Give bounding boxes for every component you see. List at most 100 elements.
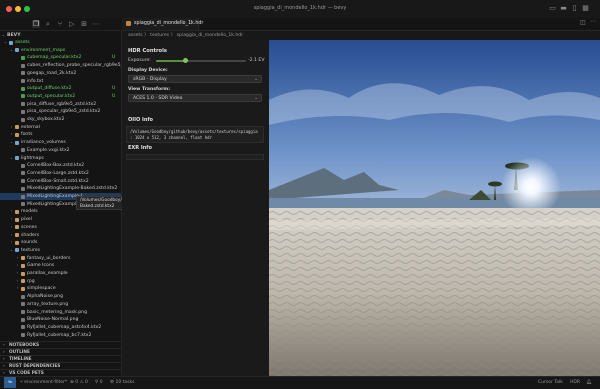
folder-icon xyxy=(9,40,13,45)
display-device-label: Display Device: xyxy=(128,68,168,73)
folder-tree-item[interactable]: › parallax_example xyxy=(0,270,121,277)
exposure-slider-thumb[interactable] xyxy=(183,58,189,63)
folder-icon xyxy=(15,125,19,130)
branch-label: environment-filter* xyxy=(24,380,68,385)
folder-icon xyxy=(15,240,19,245)
folder-icon xyxy=(21,256,25,261)
file-tree-item[interactable]: CornellBox-Large.zstd.ktx2 xyxy=(0,170,121,177)
file-tree-item[interactable]: Ryfjallet_cubemap_bc7.ktx2 xyxy=(0,332,121,339)
panorama-image xyxy=(269,40,600,376)
more-actions-icon[interactable]: ⋯ xyxy=(590,19,596,25)
file-tree-item[interactable]: cubemap_specular.ktx2 U xyxy=(0,54,121,61)
folder-tree-item[interactable]: › fantasy_ui_borders xyxy=(0,255,121,262)
folder-tree-item[interactable]: ⌄ textures xyxy=(0,247,121,254)
tree-item-label: external xyxy=(21,124,40,130)
git-status-badge: U xyxy=(112,55,116,61)
hdr-image-viewport[interactable] xyxy=(269,40,600,376)
chevron-right-icon: › xyxy=(10,240,13,246)
remote-icon[interactable]: ⇋ xyxy=(4,377,16,388)
file-tree-item[interactable]: AlphaNoise.png xyxy=(0,293,121,300)
breadcrumb-path[interactable]: assets 〉 textures 〉 spiaggia_di_mondello… xyxy=(128,31,243,40)
chevron-right-icon: › xyxy=(10,132,13,138)
close-tab-icon[interactable]: × xyxy=(190,21,194,26)
toggle-panel-icon[interactable]: ▬ xyxy=(559,4,568,13)
file-tree-item[interactable]: basic_metering_mask.png xyxy=(0,309,121,316)
run-debug-icon[interactable]: ▷ xyxy=(68,20,76,28)
extensions-icon[interactable]: ⊞ xyxy=(80,20,88,28)
file-tree-item[interactable]: output_diffuse.ktx2 U xyxy=(0,85,121,92)
exposure-label: Exposure: xyxy=(128,58,151,63)
chevron-right-icon: › xyxy=(16,278,19,284)
folder-tree-item[interactable]: ⌄ environment_maps xyxy=(0,47,121,54)
file-icon xyxy=(21,202,25,207)
file-tree-item[interactable]: CornellBox-Small.zstd.ktx2 xyxy=(0,178,121,185)
tree-item-label: cubemap_specular.ktx2 xyxy=(27,55,82,61)
chevron-right-icon: › xyxy=(10,209,13,215)
language-mode[interactable]: HDR xyxy=(570,377,580,389)
file-tree-item[interactable]: Example.vxgi.ktx2 xyxy=(0,147,121,154)
file-icon xyxy=(21,333,25,338)
file-tree-item[interactable]: BlueNoise-Normal.png xyxy=(0,316,121,323)
chevron-right-icon: › xyxy=(10,224,13,230)
display-device-select[interactable]: sRGB - Display ⌄ xyxy=(128,75,262,83)
folder-tree-item[interactable]: › shaders xyxy=(0,232,121,239)
tree-item-label: environment_maps xyxy=(21,47,66,53)
tree-item-label: output_specular.ktx2 xyxy=(27,93,76,99)
file-tree-item[interactable]: CornellBox-Box.zstd.ktx2 xyxy=(0,162,121,169)
tree-item-label: Game Icons xyxy=(27,263,55,269)
folder-tree-item[interactable]: › external xyxy=(0,124,121,131)
cursor-talk-indicator[interactable]: Cursor Talk xyxy=(538,377,563,389)
tree-item-label: MixedLightingExample-I xyxy=(27,201,83,207)
chevron-down-icon: ⌄ xyxy=(3,40,8,45)
file-icon xyxy=(21,79,25,83)
folder-tree-item[interactable]: ⌄ irradiance_volumes xyxy=(0,139,121,146)
hdr-file-icon xyxy=(126,21,131,26)
toggle-secondary-sidebar-icon[interactable]: ▯ xyxy=(570,4,579,13)
problems-indicator[interactable]: ⊗ 0 ⚠ 0 xyxy=(70,377,88,389)
folder-tree-item[interactable]: ⌄ lightmaps xyxy=(0,155,121,162)
source-control-icon[interactable]: ⑂ xyxy=(56,20,64,28)
git-branch[interactable]: ⑂ environment-filter* xyxy=(20,377,67,389)
file-tree-item[interactable]: array_texture.png xyxy=(0,301,121,308)
file-tree-item[interactable]: MixedLightingExample-Baked.zstd.ktx2 xyxy=(0,185,121,192)
folder-tree-item[interactable]: › scenes xyxy=(0,224,121,231)
file-tree-item[interactable]: pisa_specular_rgb9e5_zstd.ktx2 xyxy=(0,108,121,115)
view-transform-select[interactable]: ACES 1.0 - SDR Video ⌄ xyxy=(128,94,262,102)
editor-tab[interactable]: spiaggia_di_mondello_1k.hdr × xyxy=(122,18,203,30)
split-editor-icon[interactable]: ◫ xyxy=(580,20,586,26)
folder-tree-item[interactable]: › fonts xyxy=(0,131,121,138)
file-tree-item[interactable]: goegap_road_2k.ktx2 xyxy=(0,70,121,77)
tasks-indicator[interactable]: ⚙ 10 tasks xyxy=(110,377,134,389)
tree-item-label: rpg xyxy=(27,278,35,284)
chevron-right-icon: › xyxy=(10,217,13,223)
toggle-sidebar-icon[interactable]: ▭ xyxy=(548,4,557,13)
oiio-info-box: /Volumes/Goodboy/github/bevy/assets/text… xyxy=(126,126,264,143)
file-tree-item[interactable]: sky_skybox.ktx2 xyxy=(0,116,121,123)
folder-tree-item[interactable]: › Game Icons xyxy=(0,262,121,269)
folder-tree-item[interactable]: › sounds xyxy=(0,239,121,246)
tree-item-label: MixedLightingExample-Baked.zstd.ktx2 xyxy=(27,186,118,192)
layout-icon[interactable]: ▦ xyxy=(581,4,590,13)
file-tree-item[interactable]: pisa_diffuse_rgb9e5_zstd.ktx2 xyxy=(0,101,121,108)
notifications-icon[interactable]: 🔔︎ xyxy=(586,377,592,389)
file-tree-item[interactable]: output_specular.ktx2 U xyxy=(0,93,121,100)
search-icon[interactable]: ⌕ xyxy=(44,20,52,28)
file-tree-item[interactable]: Ryfjallet_cubemap_astc4x4.ktx2 xyxy=(0,324,121,331)
folder-tree-item[interactable]: › rpg xyxy=(0,278,121,285)
folder-icon xyxy=(15,48,19,53)
display-device-value: sRGB - Display xyxy=(133,77,167,82)
more-icon[interactable]: ⋯ xyxy=(92,20,100,28)
folder-tree-item[interactable]: › pixel xyxy=(0,216,121,223)
file-tree-item[interactable]: cubes_reflection_probe_specular_rgb9e5_.… xyxy=(0,62,121,69)
project-header[interactable]: ⌄ BEVY xyxy=(0,32,121,39)
exposure-slider-track[interactable] xyxy=(156,58,246,63)
explorer-icon[interactable]: ❐ xyxy=(32,20,40,28)
folder-icon xyxy=(15,140,19,145)
ports-indicator[interactable]: ⚲ 0 xyxy=(95,377,103,389)
file-icon xyxy=(21,109,25,114)
folder-icon xyxy=(15,217,19,222)
folder-tree-item[interactable]: ⌄ assets xyxy=(0,39,121,46)
folder-icon xyxy=(21,279,25,284)
file-tree-item[interactable]: info.txt xyxy=(0,78,121,85)
folder-tree-item[interactable]: › simplespace xyxy=(0,285,121,292)
